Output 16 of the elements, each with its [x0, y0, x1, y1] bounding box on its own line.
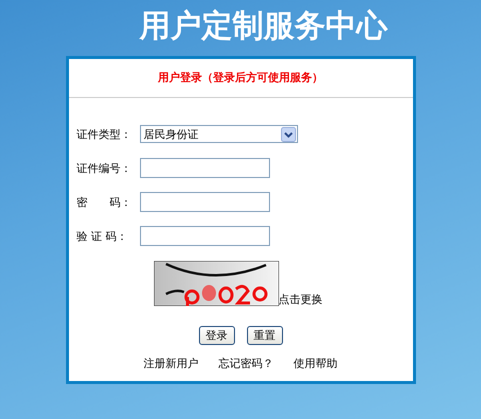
footer-link[interactable]: 注册新用户 [144, 356, 198, 371]
page-title: 用户定制服务中心 [140, 7, 388, 46]
input-field[interactable] [140, 158, 270, 178]
footer-link[interactable]: 忘记密码？ [218, 356, 274, 371]
field-label: 密 码： [76, 194, 132, 210]
reset-button[interactable]: 重置 [246, 326, 282, 345]
field-label: 证件编号： [76, 160, 132, 176]
field-label: 证件类型： [76, 126, 132, 142]
input-field[interactable] [140, 192, 270, 212]
input-field[interactable] [140, 226, 270, 246]
login-button[interactable]: 登录 [198, 326, 234, 345]
refresh-captcha-link[interactable]: 点击更换 [278, 293, 322, 306]
login-heading: 用户登录（登录后方可使用服务） [68, 59, 412, 98]
footer-link[interactable]: 使用帮助 [294, 356, 338, 371]
field-label: 验 证 码： [76, 228, 128, 244]
id-type-select[interactable]: 居民身份证 [140, 125, 298, 143]
